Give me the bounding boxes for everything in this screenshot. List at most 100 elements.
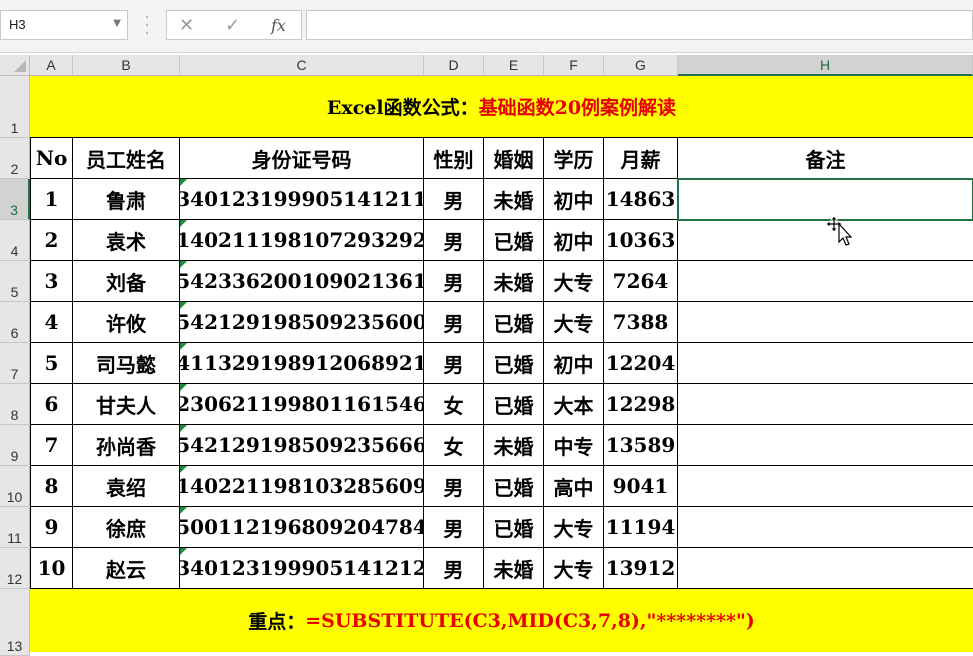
row-header-2[interactable]: 2 (0, 138, 30, 179)
cell-name[interactable]: 司马懿 (73, 343, 180, 384)
column-header-b[interactable]: B (73, 55, 180, 76)
cell-id[interactable]: 542336200109021361 (180, 261, 424, 302)
column-header-h[interactable]: H (678, 55, 973, 76)
cell-note[interactable] (678, 261, 973, 302)
footer-banner[interactable]: 重点： =SUBSTITUTE(C3,MID(C3,7,8),"********"… (30, 589, 973, 652)
chevron-down-icon[interactable]: ▼ (113, 18, 121, 29)
cell-marital[interactable]: 未婚 (484, 261, 544, 302)
cell-education[interactable]: 大专 (544, 548, 604, 589)
cell-note[interactable] (678, 548, 973, 589)
row-header-3[interactable]: 3 (0, 179, 30, 220)
cell-no[interactable]: 5 (30, 343, 73, 384)
cell-gender[interactable]: 男 (424, 261, 484, 302)
cell-name[interactable]: 甘夫人 (73, 384, 180, 425)
cell-id[interactable]: 411329198912068921 (180, 343, 424, 384)
select-all-button[interactable] (0, 55, 30, 76)
row-header-11[interactable]: 11 (0, 507, 30, 548)
header-gender[interactable]: 性别 (424, 138, 484, 179)
insert-function-icon[interactable]: fx (271, 16, 286, 35)
cell-no[interactable]: 7 (30, 425, 73, 466)
cell-name[interactable]: 袁术 (73, 220, 180, 261)
cell-gender[interactable]: 男 (424, 343, 484, 384)
header-education[interactable]: 学历 (544, 138, 604, 179)
cell-name[interactable]: 许攸 (73, 302, 180, 343)
cell-id[interactable]: 340123199905141211 (180, 179, 424, 220)
cell-no[interactable]: 2 (30, 220, 73, 261)
cell-name[interactable]: 孙尚香 (73, 425, 180, 466)
cell-id[interactable]: 340123199905141212 (180, 548, 424, 589)
cell-no[interactable]: 9 (30, 507, 73, 548)
cell-note[interactable] (678, 466, 973, 507)
cell-education[interactable]: 初中 (544, 220, 604, 261)
cell-marital[interactable]: 已婚 (484, 507, 544, 548)
cell-gender[interactable]: 男 (424, 302, 484, 343)
cell-note[interactable] (678, 343, 973, 384)
cell-marital[interactable]: 未婚 (484, 179, 544, 220)
name-box[interactable]: H3 ▼ (0, 10, 128, 40)
cell-gender[interactable]: 男 (424, 466, 484, 507)
column-header-d[interactable]: D (424, 55, 484, 76)
cell-salary[interactable]: 7264 (604, 261, 678, 302)
header-name[interactable]: 员工姓名 (73, 138, 180, 179)
row-header-13[interactable]: 13 (0, 589, 30, 656)
cell-marital[interactable]: 已婚 (484, 466, 544, 507)
cell-education[interactable]: 大专 (544, 507, 604, 548)
cell-id[interactable]: 230621199801161546 (180, 384, 424, 425)
cell-marital[interactable]: 已婚 (484, 343, 544, 384)
cell-education[interactable]: 大本 (544, 384, 604, 425)
cell-name[interactable]: 赵云 (73, 548, 180, 589)
cell-marital[interactable]: 已婚 (484, 302, 544, 343)
cell-gender[interactable]: 女 (424, 425, 484, 466)
row-header-4[interactable]: 4 (0, 220, 30, 261)
cell-note[interactable] (678, 425, 973, 466)
row-header-6[interactable]: 6 (0, 302, 30, 343)
cell-no[interactable]: 3 (30, 261, 73, 302)
cell-salary[interactable]: 9041 (604, 466, 678, 507)
cell-marital[interactable]: 已婚 (484, 384, 544, 425)
header-marital[interactable]: 婚姻 (484, 138, 544, 179)
column-header-g[interactable]: G (604, 55, 678, 76)
cell-note[interactable] (678, 384, 973, 425)
cell-id[interactable]: 140211198107293292 (180, 220, 424, 261)
cell-marital[interactable]: 已婚 (484, 220, 544, 261)
column-header-e[interactable]: E (484, 55, 544, 76)
cell-education[interactable]: 高中 (544, 466, 604, 507)
cell-education[interactable]: 初中 (544, 179, 604, 220)
cell-no[interactable]: 1 (30, 179, 73, 220)
row-header-12[interactable]: 12 (0, 548, 30, 589)
cell-no[interactable]: 6 (30, 384, 73, 425)
cell-name[interactable]: 鲁肃 (73, 179, 180, 220)
cell-education[interactable]: 大专 (544, 261, 604, 302)
cell-id[interactable]: 500112196809204784 (180, 507, 424, 548)
cell-no[interactable]: 10 (30, 548, 73, 589)
cell-gender[interactable]: 男 (424, 507, 484, 548)
cell-id[interactable]: 542129198509235666 (180, 425, 424, 466)
cell-salary[interactable]: 12204 (604, 343, 678, 384)
cell-gender[interactable]: 男 (424, 179, 484, 220)
cell-note[interactable] (678, 302, 973, 343)
cell-id[interactable]: 542129198509235600 (180, 302, 424, 343)
row-header-10[interactable]: 10 (0, 466, 30, 507)
cell-salary[interactable]: 14863 (604, 179, 678, 220)
cell-salary[interactable]: 10363 (604, 220, 678, 261)
row-header-1[interactable]: 1 (0, 76, 30, 138)
header-no[interactable]: No (30, 138, 73, 179)
cell-education[interactable]: 初中 (544, 343, 604, 384)
cell-gender[interactable]: 男 (424, 220, 484, 261)
cell-education[interactable]: 大专 (544, 302, 604, 343)
row-header-8[interactable]: 8 (0, 384, 30, 425)
formula-input[interactable] (306, 10, 973, 40)
drag-handle-icon[interactable]: · · · (145, 11, 149, 41)
column-header-a[interactable]: A (30, 55, 73, 76)
cell-gender[interactable]: 男 (424, 548, 484, 589)
cell-salary[interactable]: 12298 (604, 384, 678, 425)
column-header-c[interactable]: C (180, 55, 424, 76)
cancel-icon[interactable]: ✕ (179, 15, 194, 36)
cell-salary[interactable]: 13589 (604, 425, 678, 466)
row-header-5[interactable]: 5 (0, 261, 30, 302)
cell-education[interactable]: 中专 (544, 425, 604, 466)
header-salary[interactable]: 月薪 (604, 138, 678, 179)
cell-salary[interactable]: 7388 (604, 302, 678, 343)
cell-marital[interactable]: 未婚 (484, 425, 544, 466)
active-cell-selection[interactable] (677, 178, 973, 221)
